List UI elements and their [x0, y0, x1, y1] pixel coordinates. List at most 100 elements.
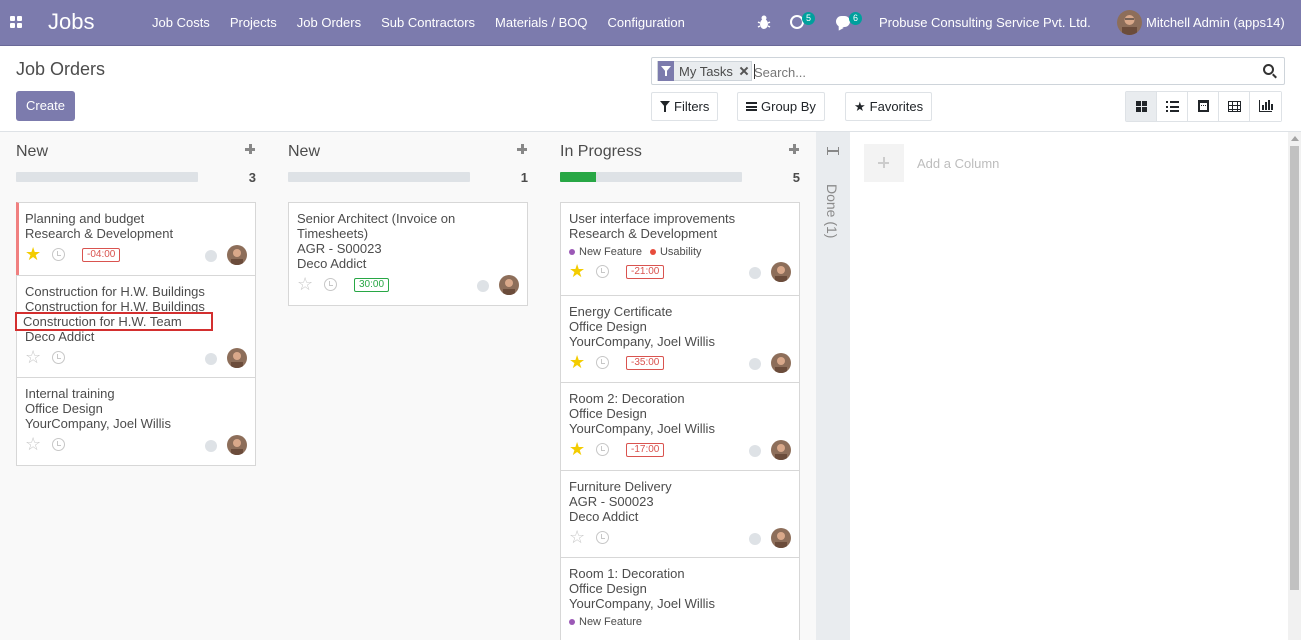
menu-job-costs[interactable]: Job Costs — [152, 15, 210, 30]
priority-star-icon[interactable]: ☆ — [569, 528, 585, 546]
search-icon[interactable] — [1263, 64, 1274, 75]
debug-bug-icon[interactable] — [757, 14, 771, 30]
kanban-card[interactable]: Room 2: Decoration Office Design YourCom… — [560, 382, 800, 471]
activity-clock-icon[interactable] — [52, 351, 65, 364]
column-progressbar[interactable] — [16, 172, 198, 182]
card-title: User interface improvements — [569, 211, 736, 226]
folded-column-label: Done (1) — [824, 184, 840, 239]
priority-star-icon[interactable]: ☆ — [25, 435, 41, 453]
kanban-card[interactable]: User interface improvements Research & D… — [560, 202, 800, 296]
kanban-state-icon[interactable] — [205, 353, 217, 365]
kanban-state-icon[interactable] — [205, 440, 217, 452]
card-footer: ★ -21:00 — [569, 262, 791, 284]
messaging-icon[interactable] — [836, 16, 850, 27]
kanban-card[interactable]: Construction for H.W. Buildings Construc… — [15, 275, 256, 378]
activity-clock-icon[interactable] — [52, 248, 65, 261]
create-button[interactable]: Create — [16, 91, 75, 121]
kanban-card[interactable]: Senior Architect (Invoice on Timesheets)… — [288, 202, 528, 306]
kanban-state-icon[interactable] — [749, 358, 761, 370]
card-title: Internal training — [25, 386, 115, 401]
tag-color-dot — [569, 249, 575, 255]
activity-clock-icon[interactable] — [596, 356, 609, 369]
view-switcher — [1125, 91, 1282, 122]
card-customer: YourCompany, Joel Willis — [569, 421, 715, 436]
favorites-button[interactable]: ★ Favorites — [845, 92, 933, 121]
card-footer: ☆ — [569, 528, 791, 550]
column-progressbar[interactable] — [288, 172, 470, 182]
kanban-state-icon[interactable] — [477, 280, 489, 292]
priority-star-icon[interactable]: ★ — [25, 245, 41, 263]
list-view-button[interactable] — [1157, 92, 1188, 121]
menu-configuration[interactable]: Configuration — [608, 15, 685, 30]
quick-create-icon[interactable] — [517, 144, 528, 155]
column-count: 3 — [248, 170, 256, 185]
column-title[interactable]: New — [288, 143, 320, 161]
filters-button[interactable]: Filters — [651, 92, 719, 121]
tag-color-dot — [569, 619, 575, 625]
priority-star-icon[interactable]: ★ — [569, 262, 585, 280]
menu-materials-boq[interactable]: Materials / BOQ — [495, 15, 587, 30]
kanban-card[interactable]: Room 1: Decoration Office Design YourCom… — [560, 557, 800, 640]
add-column-plus-icon[interactable] — [864, 144, 904, 182]
kanban-view-button[interactable] — [1126, 92, 1157, 121]
graph-view-button[interactable] — [1250, 92, 1281, 121]
tag: New Feature — [569, 616, 642, 628]
priority-star-icon[interactable]: ☆ — [297, 275, 313, 293]
menu-projects[interactable]: Projects — [230, 15, 277, 30]
tag: New Feature — [569, 246, 642, 258]
priority-star-icon[interactable]: ☆ — [25, 348, 41, 366]
kanban-state-icon[interactable] — [205, 250, 217, 262]
kanban-state-icon[interactable] — [749, 267, 761, 279]
card-footer: ★ -35:00 — [569, 353, 791, 375]
tag: Usability — [649, 246, 702, 258]
search-input[interactable] — [754, 62, 1254, 82]
menu-job-orders[interactable]: Job Orders — [297, 15, 361, 30]
menu-sub-contractors[interactable]: Sub Contractors — [381, 15, 475, 30]
kanban-state-icon[interactable] — [749, 533, 761, 545]
expand-arrows-icon[interactable] — [827, 147, 839, 155]
priority-star-icon[interactable]: ★ — [569, 440, 585, 458]
pivot-view-button[interactable] — [1219, 92, 1250, 121]
vertical-scrollbar[interactable] — [1288, 132, 1301, 640]
favorites-label: Favorites — [869, 99, 924, 114]
user-avatar[interactable] — [1117, 10, 1142, 35]
kanban-card[interactable]: Furniture Delivery AGR - S00023 Deco Add… — [560, 470, 800, 558]
card-project: Research & Development — [569, 226, 718, 241]
scroll-up-arrow-icon[interactable] — [1291, 136, 1299, 141]
groupby-button[interactable]: Group By — [737, 92, 825, 121]
list-icon — [1166, 101, 1179, 112]
company-switcher[interactable]: Probuse Consulting Service Pvt. Ltd. — [879, 15, 1091, 30]
activity-clock-icon[interactable] — [596, 443, 609, 456]
remaining-hours-badge: -17:00 — [626, 443, 665, 457]
user-menu[interactable]: Mitchell Admin (apps14) — [1146, 15, 1285, 30]
card-title: Room 2: Decoration — [569, 391, 685, 406]
card-customer: YourCompany, Joel Willis — [569, 596, 715, 611]
column-progressbar[interactable] — [560, 172, 742, 182]
app-title[interactable]: Jobs — [48, 9, 94, 35]
card-footer: ☆ 30:00 — [297, 275, 519, 297]
scroll-thumb[interactable] — [1290, 146, 1299, 590]
card-footer: ☆ — [25, 348, 247, 370]
kanban-card[interactable]: Internal training Office Design YourComp… — [16, 377, 256, 466]
kanban-card[interactable]: Energy Certificate Office Design YourCom… — [560, 295, 800, 383]
add-column-button[interactable]: Add a Column — [917, 156, 999, 171]
folded-column-done[interactable]: Done (1) — [816, 132, 850, 640]
kanban-card[interactable]: Planning and budget Research & Developme… — [16, 202, 256, 276]
bar-chart-icon — [1259, 100, 1273, 112]
search-facet-my-tasks[interactable]: My Tasks — [657, 61, 752, 81]
facet-remove-icon[interactable] — [737, 61, 751, 81]
activity-clock-icon[interactable] — [596, 531, 609, 544]
quick-create-icon[interactable] — [245, 144, 256, 155]
kanban-board: New 3 Planning and budget Research & Dev… — [0, 132, 1288, 640]
quick-create-icon[interactable] — [789, 144, 800, 155]
kanban-state-icon[interactable] — [749, 445, 761, 457]
priority-star-icon[interactable]: ★ — [569, 353, 585, 371]
activity-clock-icon[interactable] — [52, 438, 65, 451]
apps-menu-icon[interactable] — [10, 16, 23, 29]
card-project: Office Design — [25, 401, 103, 416]
column-title[interactable]: New — [16, 143, 48, 161]
column-title[interactable]: In Progress — [560, 143, 642, 161]
activity-clock-icon[interactable] — [596, 265, 609, 278]
activity-clock-icon[interactable] — [324, 278, 337, 291]
calendar-view-button[interactable] — [1188, 92, 1219, 121]
